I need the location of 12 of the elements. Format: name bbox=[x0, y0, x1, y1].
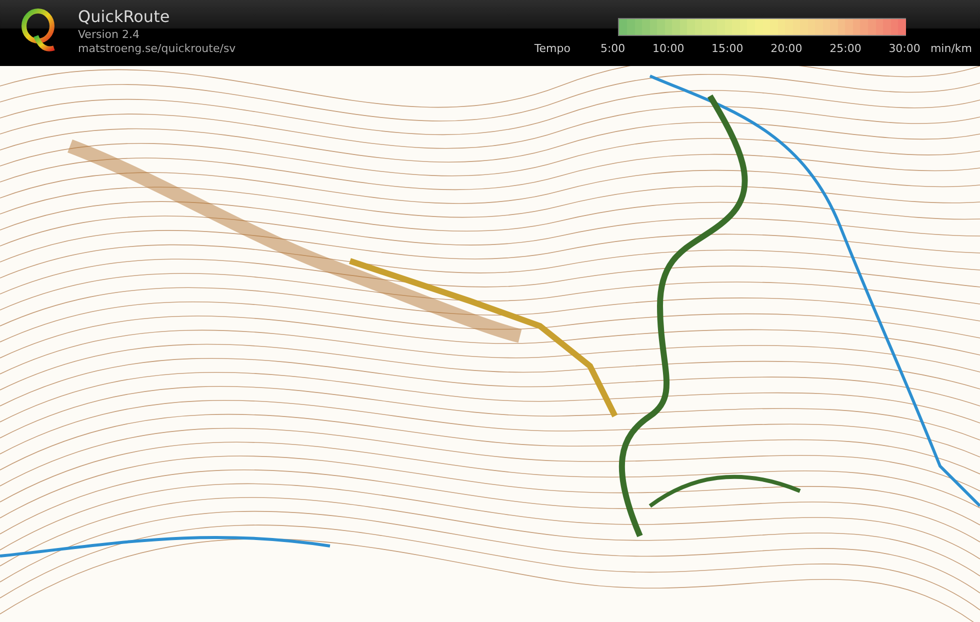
legend-label: Tempo bbox=[534, 42, 570, 56]
scale-label: 30:00 bbox=[888, 42, 920, 56]
scale-label: 5:00 bbox=[600, 42, 626, 56]
q-logo-icon bbox=[20, 8, 56, 52]
website-url: matstroeng.se/quickroute/sv bbox=[78, 42, 236, 56]
app-name: QuickRoute bbox=[78, 6, 171, 28]
scale-label: 15:00 bbox=[712, 42, 744, 56]
scale-label: 10:00 bbox=[652, 42, 684, 56]
version-text: Version 2.4 bbox=[78, 28, 140, 42]
unit-label: min/km bbox=[930, 42, 972, 56]
scale-label: 20:00 bbox=[770, 42, 802, 56]
scale-label: 25:00 bbox=[830, 42, 862, 56]
